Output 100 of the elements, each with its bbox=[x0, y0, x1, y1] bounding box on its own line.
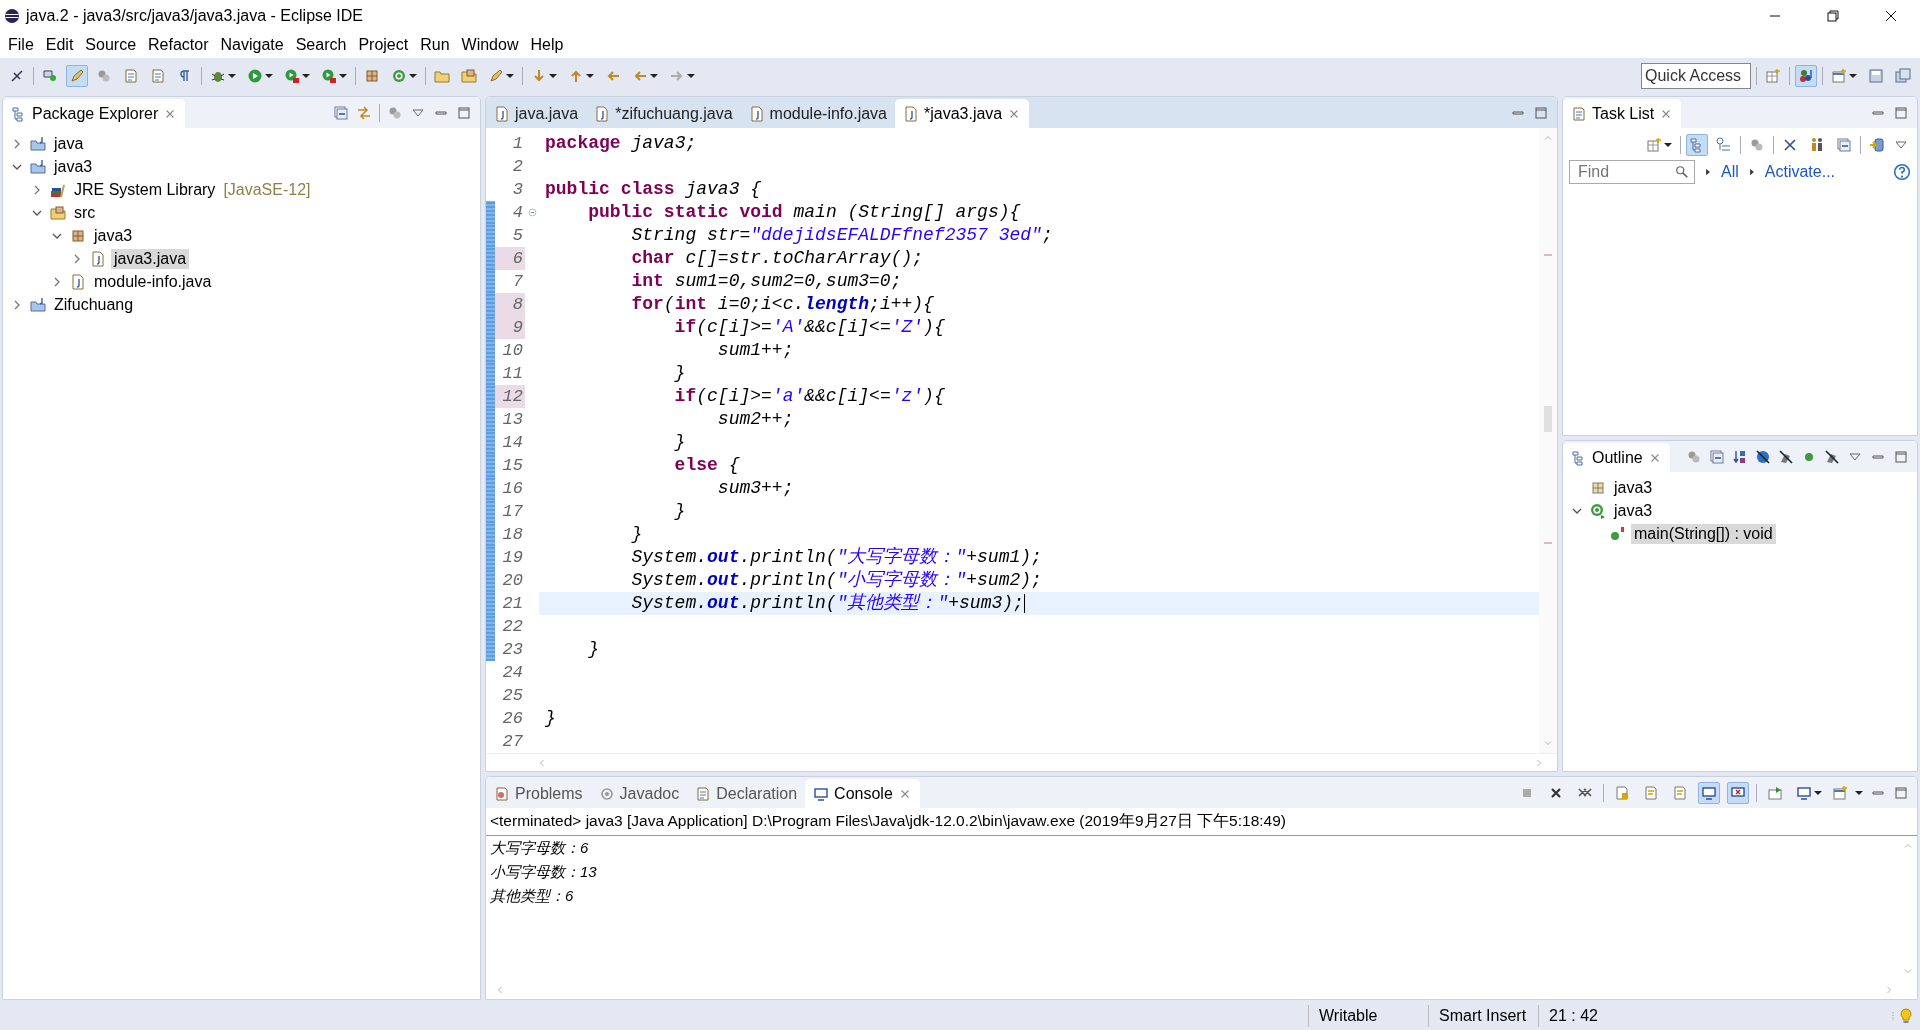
view-tab[interactable]: Problems bbox=[486, 779, 591, 808]
library-version-label: [JavaSE-12] bbox=[223, 180, 311, 199]
view-tab[interactable]: Javadoc bbox=[590, 779, 688, 808]
line-number: 12 bbox=[495, 385, 525, 408]
menu-item[interactable]: Help bbox=[524, 36, 570, 54]
menu-item[interactable]: Edit bbox=[39, 36, 80, 54]
menu-item[interactable]: Project bbox=[352, 36, 415, 54]
code-line: } bbox=[587, 638, 600, 661]
view-tab[interactable]: Package Explorer bbox=[3, 99, 186, 128]
java-perspective-button[interactable] bbox=[1795, 65, 1817, 87]
menu-item[interactable]: Source bbox=[79, 36, 143, 54]
pin-console-icon bbox=[1767, 784, 1783, 801]
editor-tab[interactable]: java.java bbox=[486, 99, 587, 128]
maximize-icon[interactable] bbox=[1533, 104, 1549, 121]
maximize-icon[interactable] bbox=[1893, 104, 1909, 121]
find-field[interactable]: Find bbox=[1569, 160, 1695, 184]
scroll-thumb[interactable] bbox=[1544, 406, 1552, 432]
menu-item[interactable]: Navigate bbox=[214, 36, 290, 54]
show-output-icon bbox=[1701, 784, 1717, 801]
link[interactable]: Activate... bbox=[1764, 163, 1836, 181]
status-field: 21 : 42 bbox=[1538, 1005, 1648, 1027]
save-icon bbox=[1868, 68, 1884, 84]
java-perspective-icon bbox=[1798, 68, 1814, 84]
show-error-button[interactable] bbox=[1727, 781, 1749, 804]
dropdown-arrow-icon bbox=[1849, 74, 1857, 78]
menu-item[interactable]: Run bbox=[414, 36, 456, 54]
editor-tab[interactable]: *zifuchuang.java bbox=[586, 99, 741, 128]
source-folder-icon bbox=[50, 204, 66, 221]
tree-item[interactable]: java bbox=[51, 133, 87, 154]
link-arrows-icon[interactable] bbox=[356, 104, 372, 121]
tree-item[interactable]: main(String[]) : void bbox=[1631, 523, 1776, 544]
crossed-shape-icon[interactable] bbox=[1778, 448, 1794, 465]
status-field: Smart Insert bbox=[1428, 1005, 1538, 1027]
collapse-all-icon[interactable] bbox=[333, 104, 349, 121]
line-number: 4 bbox=[511, 202, 524, 224]
view-tab[interactable]: Task List bbox=[1563, 99, 1682, 128]
search-icon bbox=[1675, 165, 1689, 179]
crossed-shape-icon[interactable] bbox=[1824, 448, 1840, 465]
tree-item[interactable]: java3.java bbox=[111, 248, 190, 269]
document-icon bbox=[123, 68, 139, 84]
line-number: 10 bbox=[501, 340, 524, 362]
line-number: 16 bbox=[501, 478, 524, 500]
maximize-icon[interactable] bbox=[1893, 784, 1909, 801]
java-file-icon bbox=[748, 105, 765, 122]
save-all-icon bbox=[1895, 68, 1911, 84]
view-tab[interactable]: Declaration bbox=[687, 779, 806, 808]
view-tab[interactable]: Console bbox=[805, 779, 920, 808]
open-folder-icon bbox=[461, 68, 477, 84]
pencil-button[interactable] bbox=[66, 65, 88, 87]
collapse-all-icon[interactable] bbox=[1709, 448, 1725, 465]
code-line: char c[]=str.toCharArray(); bbox=[630, 247, 925, 270]
tag-icon bbox=[42, 68, 58, 84]
menu-item[interactable]: Refactor bbox=[142, 36, 215, 54]
folder-icon bbox=[434, 68, 450, 84]
java-file-icon bbox=[594, 105, 611, 122]
spheres-icon bbox=[1749, 137, 1765, 153]
view-tab[interactable]: Outline bbox=[1563, 443, 1670, 472]
code-line: int sum1=0,sum2=0,sum3=0; bbox=[630, 270, 903, 293]
dropdown-arrow-icon bbox=[339, 74, 347, 78]
link[interactable]: All bbox=[1721, 163, 1739, 181]
menu-item[interactable]: File bbox=[2, 36, 40, 54]
tree-button[interactable] bbox=[1686, 134, 1708, 156]
tree-item[interactable]: java3 bbox=[91, 225, 136, 246]
sort-icon[interactable] bbox=[1732, 448, 1748, 465]
code-line: sum1++; bbox=[716, 339, 795, 362]
tree-item[interactable]: module-info.java bbox=[91, 271, 215, 292]
dropdown-arrow-icon bbox=[549, 74, 557, 78]
editor-tab[interactable]: module-info.java bbox=[740, 99, 895, 128]
fold-icon[interactable] bbox=[526, 207, 538, 218]
people-icon bbox=[1809, 137, 1825, 153]
tree-item[interactable]: src bbox=[71, 202, 99, 223]
tree-item[interactable]: java3 bbox=[1611, 500, 1656, 521]
tree-item[interactable]: java3 bbox=[1611, 477, 1656, 498]
line-number: 23 bbox=[501, 639, 524, 661]
vertical-scrollbar[interactable] bbox=[1539, 128, 1557, 753]
quick-access-field[interactable]: Quick Access bbox=[1641, 63, 1751, 89]
maximize-icon[interactable] bbox=[456, 104, 472, 121]
overview-marker bbox=[1544, 542, 1552, 544]
tree-item[interactable]: Zifuchuang bbox=[51, 294, 137, 315]
tree-item[interactable]: java3 bbox=[51, 156, 96, 177]
line-number: 26 bbox=[501, 708, 524, 730]
window-title: java.2 - java3/src/java3/java3.java - Eclipse IDE bbox=[26, 7, 365, 25]
display-console-icon bbox=[1796, 784, 1812, 801]
show-output-button[interactable] bbox=[1698, 781, 1720, 804]
maximize-icon[interactable] bbox=[1893, 448, 1909, 465]
menu-item[interactable]: Window bbox=[455, 36, 525, 54]
document-icon bbox=[150, 68, 166, 84]
menu-item[interactable]: Search bbox=[289, 36, 353, 54]
code-line: System.out.println("小写字母数："+sum2); bbox=[630, 569, 1043, 592]
status-field: Writable bbox=[1308, 1005, 1428, 1027]
editor-tab[interactable]: *java3.java bbox=[895, 99, 1030, 128]
crossed-circle-icon[interactable] bbox=[1755, 448, 1771, 465]
line-number: 6 bbox=[495, 247, 525, 270]
code-line: } bbox=[630, 523, 644, 546]
tree-item[interactable]: JRE System Library bbox=[71, 179, 219, 200]
document-icon bbox=[695, 785, 712, 802]
open-console-icon[interactable] bbox=[1832, 784, 1848, 801]
lightbulb-icon[interactable] bbox=[1898, 1008, 1914, 1024]
perspective-icon bbox=[1765, 68, 1781, 84]
help-icon[interactable] bbox=[1893, 163, 1911, 181]
